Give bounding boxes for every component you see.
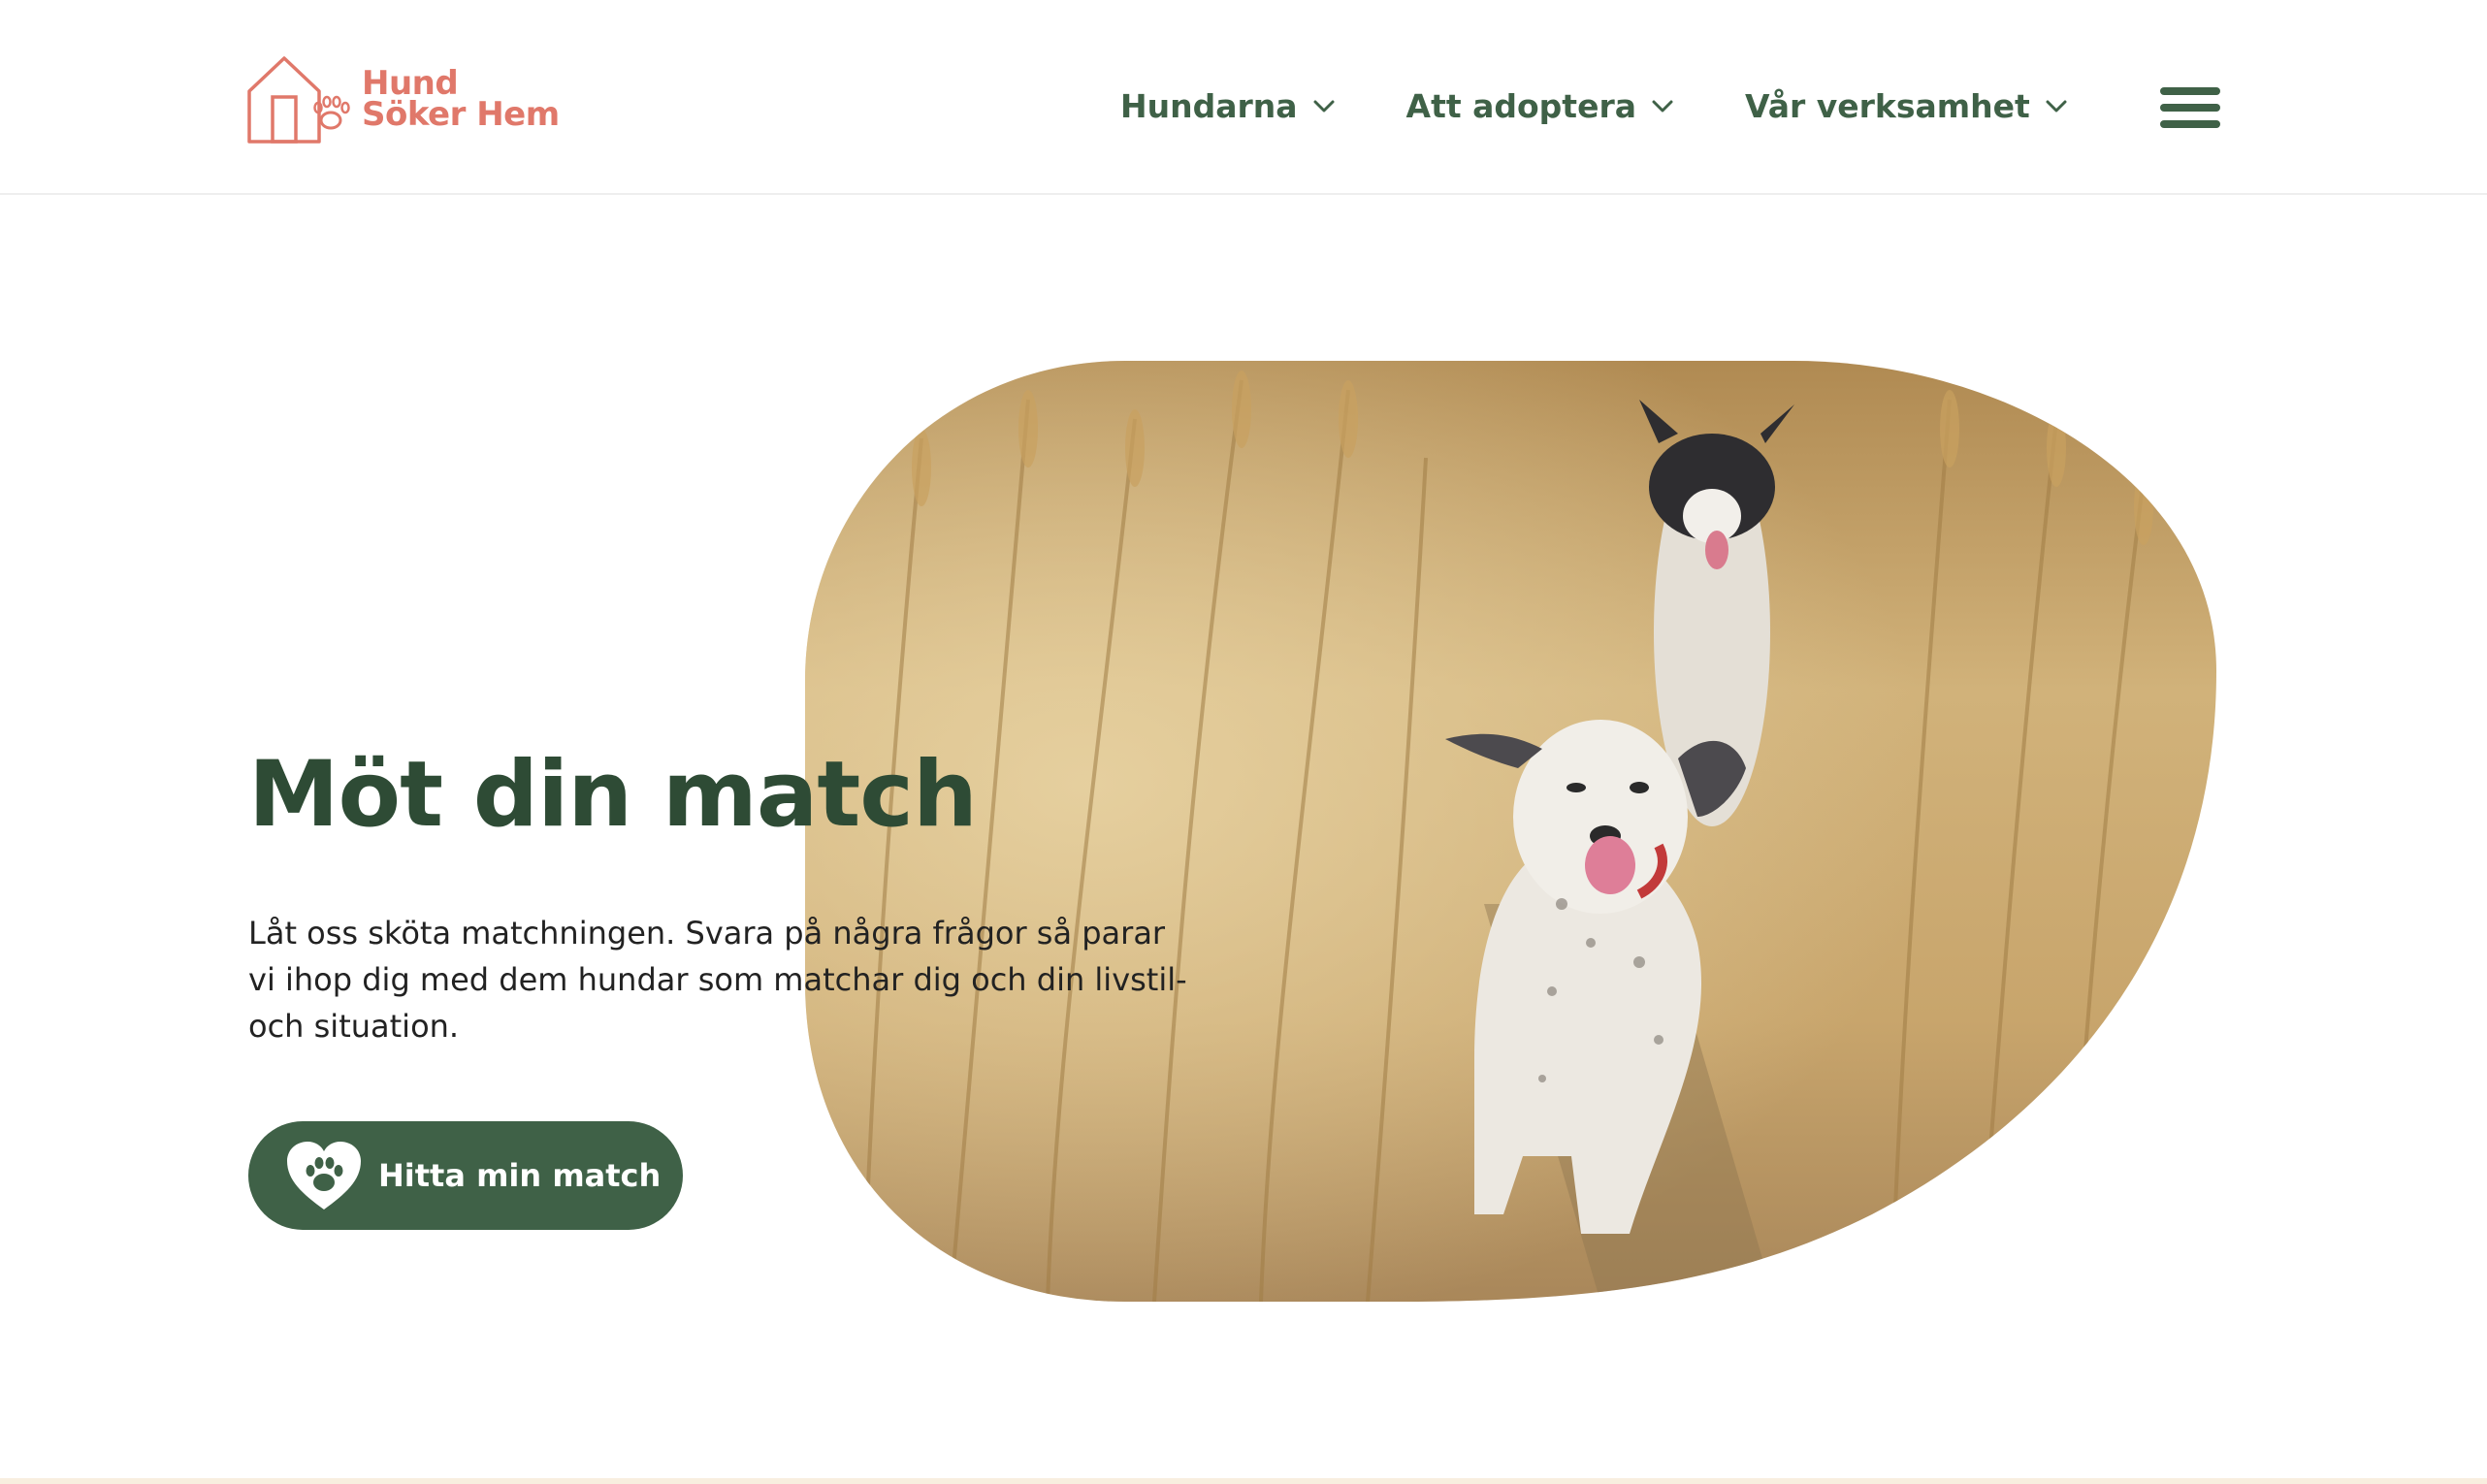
nav-item-hundarna[interactable]: Hundarna	[1120, 87, 1335, 125]
chevron-down-icon	[2046, 100, 2067, 112]
hero-description: Låt oss sköta matchningen. Svara på någr…	[248, 915, 1187, 1045]
chevron-down-icon	[1652, 100, 1673, 112]
hamburger-menu-icon[interactable]	[2160, 87, 2220, 128]
nav-item-var-verksamhet[interactable]: Vår verksamhet	[1745, 87, 2067, 125]
brand-name: Hund Söker Hem	[362, 67, 560, 134]
hamburger-bar	[2160, 120, 2220, 128]
main-nav: Hundarna Att adoptera Vår verksamhet	[1120, 87, 2067, 125]
brand-logo[interactable]: Hund Söker Hem	[245, 52, 560, 145]
find-match-button[interactable]: Hitta min match	[248, 1121, 683, 1230]
site-header: Hund Söker Hem Hundarna Att adoptera Vår…	[0, 0, 2487, 195]
chevron-down-icon	[1313, 100, 1335, 112]
hero-title: Möt din match	[248, 742, 978, 848]
hero-image	[805, 361, 2216, 1302]
nav-item-label: Hundarna	[1120, 87, 1298, 125]
heart-paw-icon	[287, 1142, 361, 1210]
nav-item-label: Att adoptera	[1405, 87, 1636, 125]
house-paw-icon	[247, 56, 350, 144]
page: Hund Söker Hem Hundarna Att adoptera Vår…	[0, 0, 2487, 1484]
brand-line-2: Söker Hem	[362, 95, 560, 134]
hamburger-bar	[2160, 87, 2220, 95]
hamburger-bar	[2160, 104, 2220, 112]
find-match-button-label: Hitta min match	[378, 1157, 662, 1194]
nav-item-att-adoptera[interactable]: Att adoptera	[1406, 87, 1673, 125]
section-divider	[0, 1478, 2487, 1484]
nav-item-label: Vår verksamhet	[1745, 87, 2030, 125]
